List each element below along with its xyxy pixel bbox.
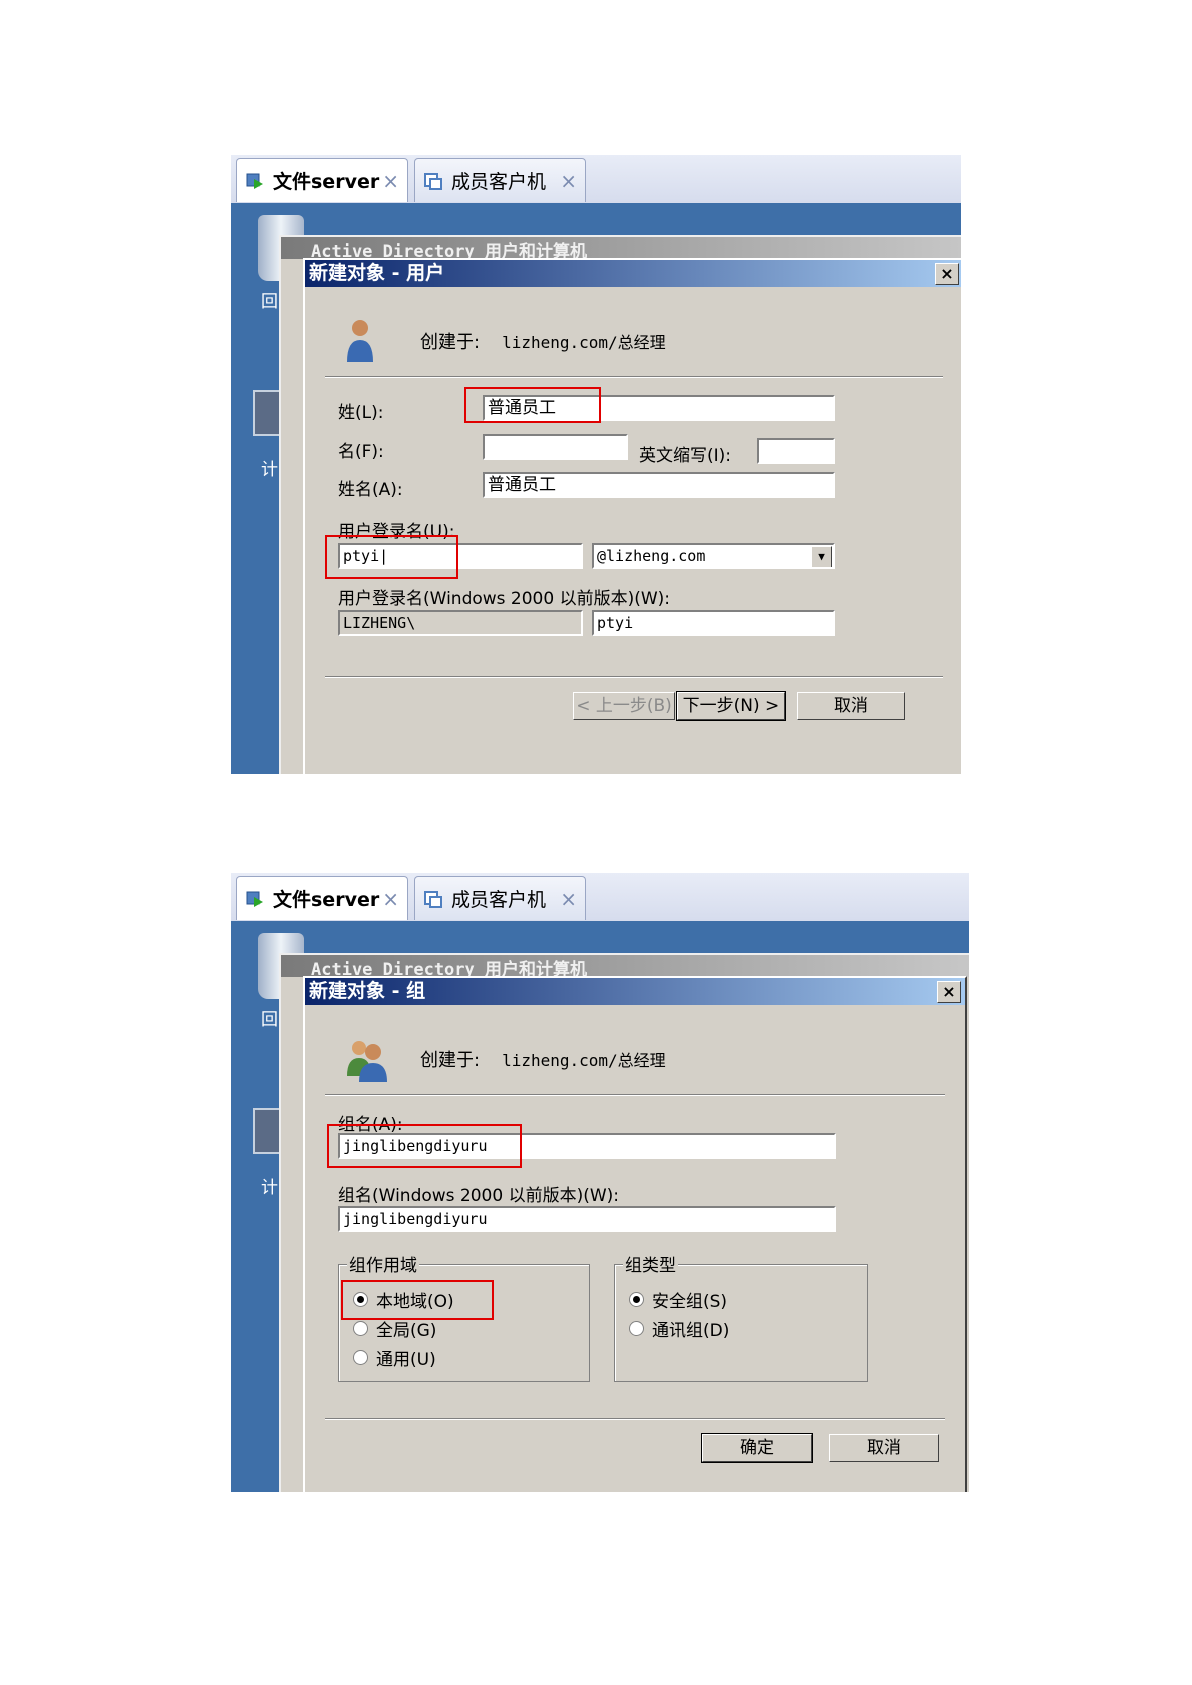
highlight-box: [325, 535, 458, 579]
tab-bar: 文件server × 成员客户机 ×: [231, 873, 969, 921]
close-icon[interactable]: ×: [382, 887, 399, 911]
chevron-down-icon[interactable]: ▼: [811, 546, 832, 567]
close-button[interactable]: ×: [937, 981, 961, 1003]
desktop-label: 计: [261, 460, 278, 480]
separator: [325, 1094, 945, 1096]
pre2000-group-input[interactable]: jinglibengdiyuru: [338, 1206, 836, 1232]
vm-icon: [423, 889, 443, 909]
radio-selected-icon[interactable]: [629, 1292, 644, 1307]
dialog-title-text: 新建对象 - 组: [309, 980, 426, 1002]
radio-icon[interactable]: [353, 1350, 368, 1365]
screenshot-new-group: 文件server × 成员客户机 × 回 计 Active Directory …: [231, 873, 969, 1492]
full-name-label: 姓名(A):: [338, 480, 403, 500]
pre2000-logon-label: 用户登录名(Windows 2000 以前版本)(W):: [338, 589, 671, 609]
tab-file-server[interactable]: 文件server ×: [236, 158, 408, 202]
radio-label: 通讯组(D): [652, 1321, 730, 1341]
desktop-label: 回: [261, 292, 278, 312]
window-title: Active Directory 用户和计算机: [281, 237, 961, 262]
domain-select[interactable]: @lizheng.com ▼: [592, 543, 835, 569]
group-scope-legend: 组作用域: [347, 1251, 419, 1276]
tab-label: 文件server: [273, 889, 380, 911]
close-button[interactable]: ×: [935, 263, 959, 285]
screenshot-new-user: 文件server × 成员客户机 × 回 计 Active Directory …: [231, 155, 961, 774]
ok-button[interactable]: 确定: [701, 1433, 813, 1463]
tab-file-server[interactable]: 文件server ×: [236, 876, 408, 920]
close-icon[interactable]: ×: [560, 887, 577, 911]
radio-icon[interactable]: [353, 1321, 368, 1336]
new-group-dialog: 新建对象 - 组 × 创建于: lizheng.com/总经理 组名(A): ji…: [303, 976, 967, 1492]
pre2000-logon-input[interactable]: ptyi: [592, 610, 835, 636]
type-distribution-radio[interactable]: 通讯组(D): [629, 1316, 729, 1341]
initials-label: 英文缩写(I):: [639, 446, 732, 466]
separator: [325, 1418, 945, 1420]
tab-label: 成员客户机: [451, 889, 547, 911]
tab-label: 成员客户机: [451, 171, 547, 193]
new-user-dialog: 新建对象 - 用户 × 创建于: lizheng.com/总经理 姓(L): 普通…: [303, 258, 961, 774]
domain-select-value: @lizheng.com: [597, 547, 706, 565]
separator: [325, 376, 943, 378]
radio-icon[interactable]: [629, 1321, 644, 1336]
pre2000-group-label: 组名(Windows 2000 以前版本)(W):: [338, 1186, 620, 1206]
user-icon: [347, 320, 373, 362]
cancel-button[interactable]: 取消: [797, 692, 905, 720]
highlight-box: [464, 387, 601, 423]
scope-universal-radio[interactable]: 通用(U): [353, 1345, 436, 1370]
dialog-title: 新建对象 - 组 ×: [305, 978, 965, 1005]
close-icon[interactable]: ×: [382, 169, 399, 193]
group-icon: [347, 1041, 387, 1082]
created-in: 创建于: lizheng.com/总经理: [420, 1046, 666, 1072]
first-name-input[interactable]: [483, 434, 628, 460]
group-type-box: 组类型 安全组(S) 通讯组(D): [614, 1251, 868, 1382]
highlight-box: [341, 1280, 494, 1320]
back-button[interactable]: < 上一步(B): [573, 692, 675, 720]
created-in-path: lizheng.com/总经理: [502, 1051, 666, 1070]
separator: [325, 676, 943, 678]
next-button[interactable]: 下一步(N) >: [676, 691, 786, 721]
tab-member-client[interactable]: 成员客户机 ×: [414, 876, 586, 920]
type-security-radio[interactable]: 安全组(S): [629, 1287, 727, 1312]
tab-label: 文件server: [273, 171, 380, 193]
radio-label: 通用(U): [376, 1350, 436, 1370]
created-in-label: 创建于:: [420, 332, 481, 353]
tab-member-client[interactable]: 成员客户机 ×: [414, 158, 586, 202]
group-type-legend: 组类型: [623, 1251, 678, 1276]
initials-input[interactable]: [757, 438, 835, 464]
pre2000-domain-field: LIZHENG\: [338, 610, 583, 636]
close-icon[interactable]: ×: [560, 169, 577, 193]
vm-running-icon: [245, 171, 265, 191]
radio-label: 安全组(S): [652, 1292, 728, 1312]
full-name-input[interactable]: 普通员工: [483, 472, 835, 498]
desktop-label: 计: [261, 1178, 278, 1198]
created-in-label: 创建于:: [420, 1050, 481, 1071]
first-name-label: 名(F):: [338, 442, 384, 462]
desktop-label: 回: [261, 1010, 278, 1030]
vm-running-icon: [245, 889, 265, 909]
tab-bar: 文件server × 成员客户机 ×: [231, 155, 961, 203]
dialog-title: 新建对象 - 用户 ×: [305, 260, 961, 287]
created-in-path: lizheng.com/总经理: [502, 333, 666, 352]
highlight-box: [327, 1124, 522, 1168]
last-name-label: 姓(L):: [338, 403, 384, 423]
vm-icon: [423, 171, 443, 191]
created-in: 创建于: lizheng.com/总经理: [420, 328, 666, 354]
window-title: Active Directory 用户和计算机: [281, 955, 969, 980]
cancel-button[interactable]: 取消: [829, 1434, 939, 1462]
dialog-title-text: 新建对象 - 用户: [309, 262, 445, 284]
